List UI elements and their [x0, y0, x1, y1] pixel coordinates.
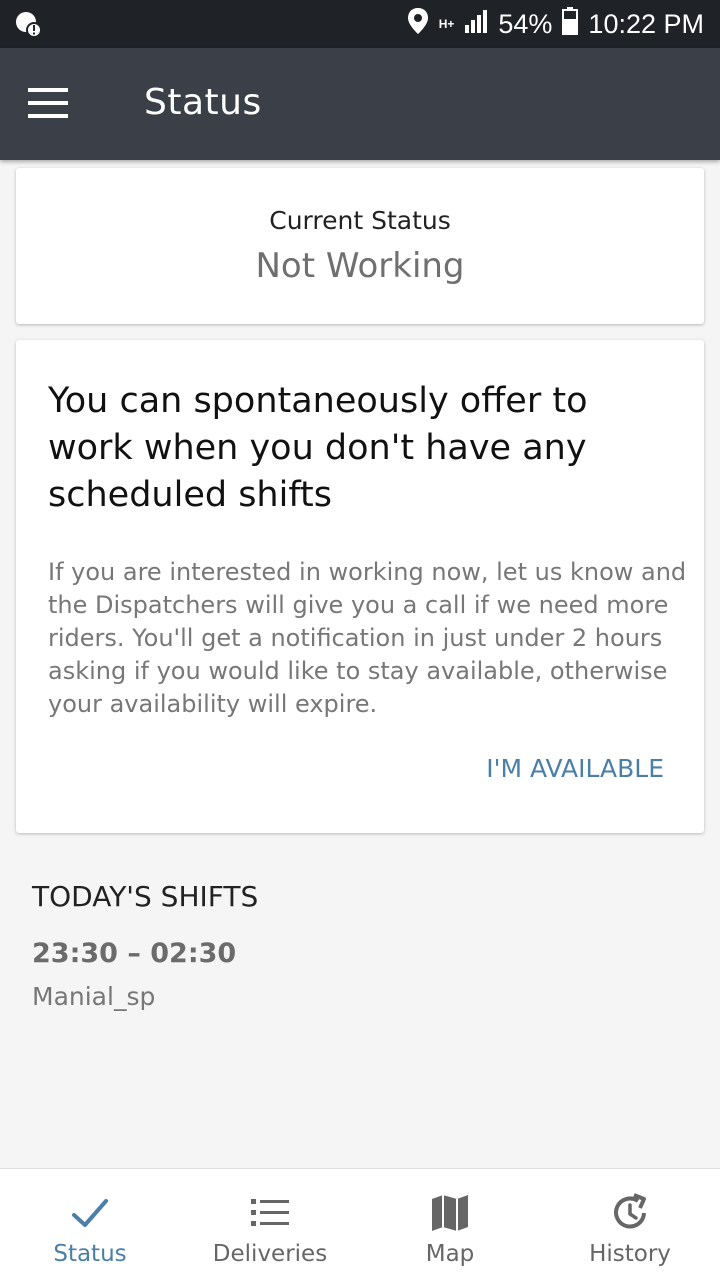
bottom-navigation: Status Deliveries Map History — [0, 1168, 720, 1280]
shift-time: 23:30 – 02:30 — [32, 938, 237, 969]
battery-percent: 54% — [498, 8, 553, 39]
page-title: Status — [144, 82, 262, 123]
clock: 10:22 PM — [588, 8, 704, 39]
nav-label-map: Map — [425, 1241, 475, 1267]
notification-icon — [14, 10, 42, 38]
location-icon — [407, 7, 429, 42]
list-icon — [248, 1191, 292, 1235]
todays-shifts-heading: TODAY'S SHIFTS — [32, 880, 259, 913]
nav-item-history[interactable]: History — [540, 1169, 720, 1280]
nav-item-map[interactable]: Map — [360, 1169, 540, 1280]
shift-location: Manial_sp — [32, 982, 156, 1011]
current-status-card: Current Status Not Working — [16, 168, 704, 324]
check-icon — [68, 1191, 112, 1235]
current-status-label: Current Status — [269, 206, 451, 235]
battery-icon — [562, 6, 579, 42]
nav-item-status[interactable]: Status — [0, 1169, 180, 1280]
signal-icon — [464, 9, 488, 40]
menu-icon[interactable] — [28, 88, 68, 118]
nav-label-status: Status — [53, 1241, 127, 1267]
app-bar: Status — [0, 48, 720, 160]
availability-offer-card: You can spontaneously offer to work when… — [16, 340, 704, 833]
system-status-bar: H+ 54% 10:22 PM — [0, 0, 720, 48]
network-type: H+ — [438, 17, 455, 31]
nav-label-history: History — [589, 1241, 671, 1267]
current-status-value: Not Working — [255, 246, 465, 286]
nav-item-deliveries[interactable]: Deliveries — [180, 1169, 360, 1280]
map-icon — [428, 1191, 472, 1235]
im-available-button[interactable]: I'M AVAILABLE — [486, 754, 664, 783]
offer-title: You can spontaneously offer to work when… — [48, 381, 588, 515]
nav-label-deliveries: Deliveries — [212, 1241, 328, 1267]
history-icon — [608, 1191, 652, 1235]
offer-description: If you are interested in working now, le… — [48, 558, 687, 718]
